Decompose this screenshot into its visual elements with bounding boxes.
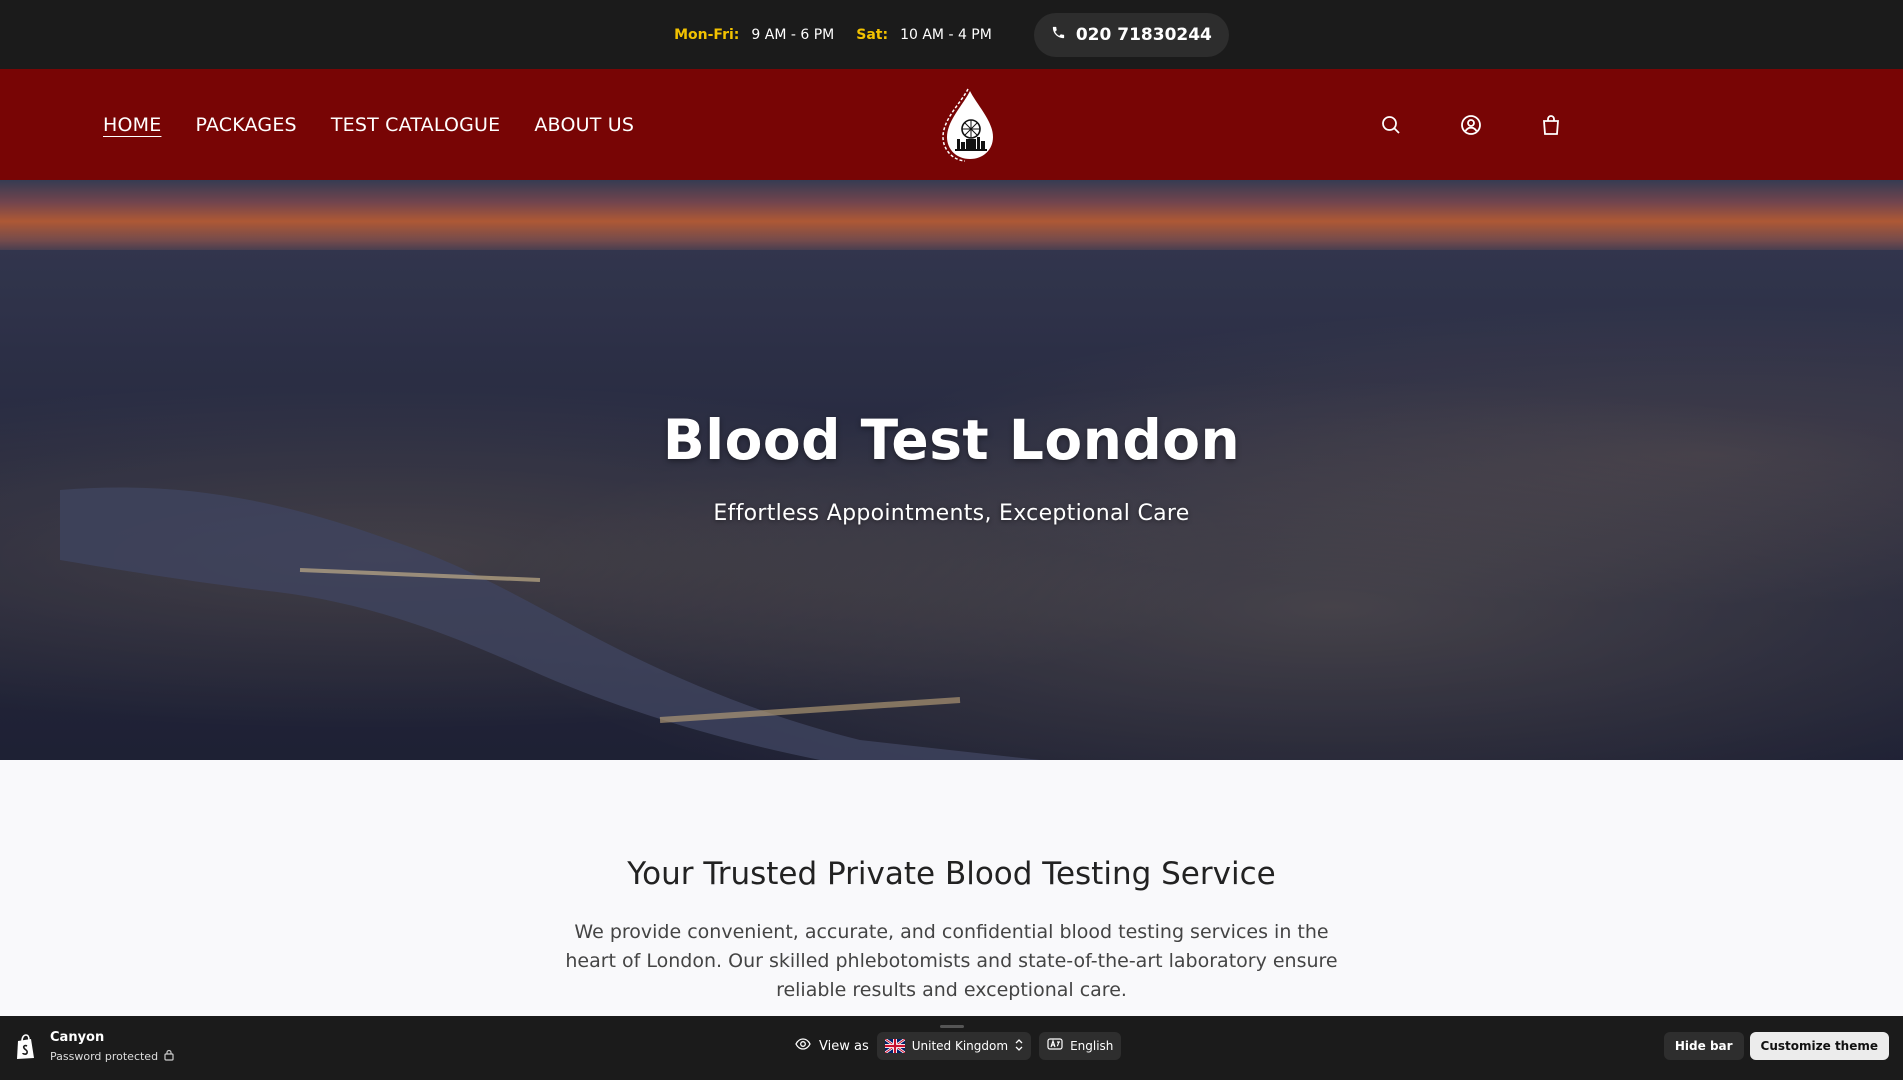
search-icon[interactable]: [1379, 113, 1403, 137]
hero-banner: Blood Test London Effortless Appointment…: [0, 180, 1903, 760]
language-value: English: [1070, 1039, 1114, 1053]
header-actions: [1379, 69, 1563, 180]
phone-number: 020 71830244: [1075, 24, 1212, 45]
view-as-controls: View as United Kingdom English: [795, 1032, 1122, 1060]
eye-icon: [795, 1038, 811, 1054]
nav-test-catalogue[interactable]: TEST CATALOGUE: [331, 114, 501, 136]
weekday-label: Mon-Fri:: [674, 26, 740, 43]
preview-actions: Hide bar Customize theme: [1663, 1032, 1889, 1060]
language-selector[interactable]: English: [1039, 1032, 1122, 1060]
country-selector[interactable]: United Kingdom: [876, 1032, 1032, 1060]
account-icon[interactable]: [1459, 113, 1483, 137]
intro-body: We provide convenient, accurate, and con…: [565, 921, 1338, 1001]
nav-packages[interactable]: PACKAGES: [195, 114, 296, 136]
nav-home[interactable]: HOME: [103, 114, 161, 136]
chevron-updown-icon: [1015, 1038, 1023, 1054]
opening-hours: Mon-Fri: 9 AM - 6 PM Sat: 10 AM - 4 PM: [674, 27, 1014, 43]
saturday-label: Sat:: [856, 26, 889, 43]
customize-theme-button[interactable]: Customize theme: [1749, 1032, 1889, 1060]
site-logo[interactable]: [935, 87, 1005, 163]
country-value: United Kingdom: [911, 1039, 1009, 1053]
site-header: HOME PACKAGES TEST CATALOGUE ABOUT US: [0, 69, 1903, 180]
phone-icon: [1051, 25, 1066, 45]
main-nav: HOME PACKAGES TEST CATALOGUE ABOUT US: [103, 69, 634, 180]
preview-bar: Canyon Password protected View as United…: [0, 1016, 1903, 1080]
intro-section: Your Trusted Private Blood Testing Servi…: [0, 760, 1903, 1016]
intro-heading: Your Trusted Private Blood Testing Servi…: [627, 856, 1276, 892]
translate-icon: [1047, 1037, 1063, 1055]
phone-button[interactable]: 020 71830244: [1033, 12, 1229, 57]
view-as-label: View as: [819, 1038, 869, 1054]
shopify-bag-icon: [14, 1034, 38, 1060]
hero-subtitle: Effortless Appointments, Exceptional Car…: [713, 501, 1190, 526]
store-status: Password protected: [50, 1049, 174, 1064]
hide-bar-button[interactable]: Hide bar: [1663, 1032, 1744, 1060]
store-info: Canyon Password protected: [14, 1030, 174, 1064]
nav-about-us[interactable]: ABOUT US: [534, 114, 634, 136]
uk-flag-icon: [884, 1039, 905, 1053]
lock-icon: [164, 1049, 174, 1064]
saturday-hours: 10 AM - 4 PM: [900, 26, 992, 43]
weekday-hours: 9 AM - 6 PM: [751, 26, 835, 43]
preview-bar-handle[interactable]: [940, 1025, 964, 1028]
store-name: Canyon: [50, 1030, 105, 1045]
store-status-text: Password protected: [50, 1050, 159, 1063]
cart-icon[interactable]: [1539, 113, 1563, 137]
hero-title: Blood Test London: [662, 408, 1241, 472]
announcement-bar: Mon-Fri: 9 AM - 6 PM Sat: 10 AM - 4 PM 0…: [0, 0, 1903, 69]
